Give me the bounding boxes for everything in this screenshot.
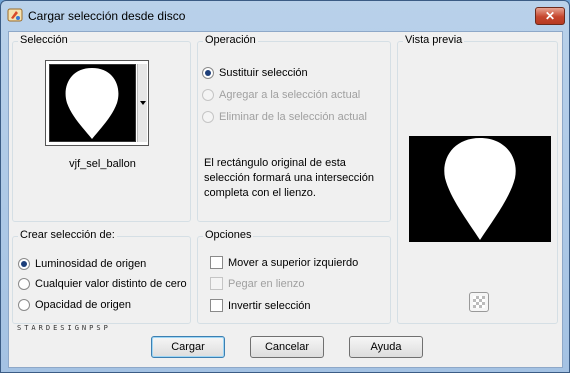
- preview-image: [409, 136, 551, 242]
- window-title: Cargar selección desde disco: [28, 9, 186, 23]
- check-invertir[interactable]: Invertir selección: [210, 299, 311, 312]
- vista-previa-label: Vista previa: [403, 34, 465, 46]
- radio-luminosidad-label: Luminosidad de origen: [35, 258, 147, 270]
- selection-thumbnail-dropdown[interactable]: [45, 60, 149, 146]
- ayuda-button[interactable]: Ayuda: [349, 336, 423, 358]
- crear-group: Crear selección de: Luminosidad de orige…: [12, 229, 191, 324]
- balloon-shape-thumbnail: [65, 68, 119, 139]
- selection-thumbnail: [49, 64, 136, 142]
- vista-previa-group: Vista previa: [397, 34, 558, 324]
- radio-agregar-label: Agregar a la selección actual: [219, 89, 361, 101]
- opciones-group: Opciones Mover a superior izquierdo Pega…: [197, 229, 391, 324]
- radio-eliminar-indicator: [202, 111, 214, 123]
- close-button[interactable]: ✕: [535, 7, 565, 25]
- opciones-label: Opciones: [203, 229, 254, 241]
- app-icon: [7, 8, 23, 22]
- dialog-client-area: Selección vjf_sel_ballon Operación Susti…: [8, 31, 563, 368]
- operacion-group: Operación Sustituir selección Agregar a …: [197, 34, 391, 222]
- radio-luminosidad-indicator: [18, 258, 30, 270]
- cancelar-button[interactable]: Cancelar: [250, 336, 324, 358]
- chevron-down-icon: [140, 101, 146, 105]
- check-pegar-lienzo[interactable]: Pegar en lienzo: [210, 277, 304, 290]
- radio-sustituir-label: Sustituir selección: [219, 67, 308, 79]
- seleccion-group: Selección vjf_sel_ballon: [12, 34, 191, 222]
- radio-sustituir[interactable]: Sustituir selección: [202, 67, 308, 79]
- crear-label: Crear selección de:: [18, 229, 117, 241]
- check-invertir-box: [210, 299, 223, 312]
- operation-description: El rectángulo original de esta selección…: [204, 157, 374, 199]
- radio-sustituir-indicator: [202, 67, 214, 79]
- radio-opacidad[interactable]: Opacidad de origen: [18, 299, 131, 311]
- transparency-icon[interactable]: [469, 292, 489, 312]
- close-icon: ✕: [544, 9, 556, 23]
- check-pegar-lienzo-box: [210, 277, 223, 290]
- radio-cualquier-valor-label: Cualquier valor distinto de cero: [35, 278, 187, 290]
- dropdown-scroll[interactable]: [137, 64, 147, 142]
- check-mover-superior-label: Mover a superior izquierdo: [228, 256, 359, 269]
- radio-eliminar[interactable]: Eliminar de la selección actual: [202, 111, 367, 123]
- radio-opacidad-label: Opacidad de origen: [35, 299, 132, 311]
- radio-agregar[interactable]: Agregar a la selección actual: [202, 89, 360, 101]
- radio-opacidad-indicator: [18, 299, 30, 311]
- radio-cualquier-valor-indicator: [18, 278, 30, 290]
- title-bar[interactable]: Cargar selección desde disco ✕: [1, 1, 569, 31]
- selection-filename: vjf_sel_ballon: [69, 158, 136, 170]
- radio-eliminar-label: Eliminar de la selección actual: [219, 111, 367, 123]
- check-mover-superior[interactable]: Mover a superior izquierdo: [210, 256, 358, 269]
- radio-agregar-indicator: [202, 89, 214, 101]
- balloon-shape-preview: [444, 138, 516, 240]
- seleccion-label: Selección: [18, 34, 70, 46]
- watermark-text: STARDESIGNPSP: [17, 324, 111, 332]
- radio-cualquier-valor[interactable]: Cualquier valor distinto de cero: [18, 278, 187, 290]
- dialog-window: Cargar selección desde disco ✕ Selección: [0, 0, 570, 373]
- check-invertir-label: Invertir selección: [228, 299, 311, 312]
- check-pegar-lienzo-label: Pegar en lienzo: [228, 277, 305, 290]
- check-mover-superior-box: [210, 256, 223, 269]
- operacion-label: Operación: [203, 34, 258, 46]
- radio-luminosidad[interactable]: Luminosidad de origen: [18, 258, 146, 270]
- cargar-button[interactable]: Cargar: [151, 336, 225, 358]
